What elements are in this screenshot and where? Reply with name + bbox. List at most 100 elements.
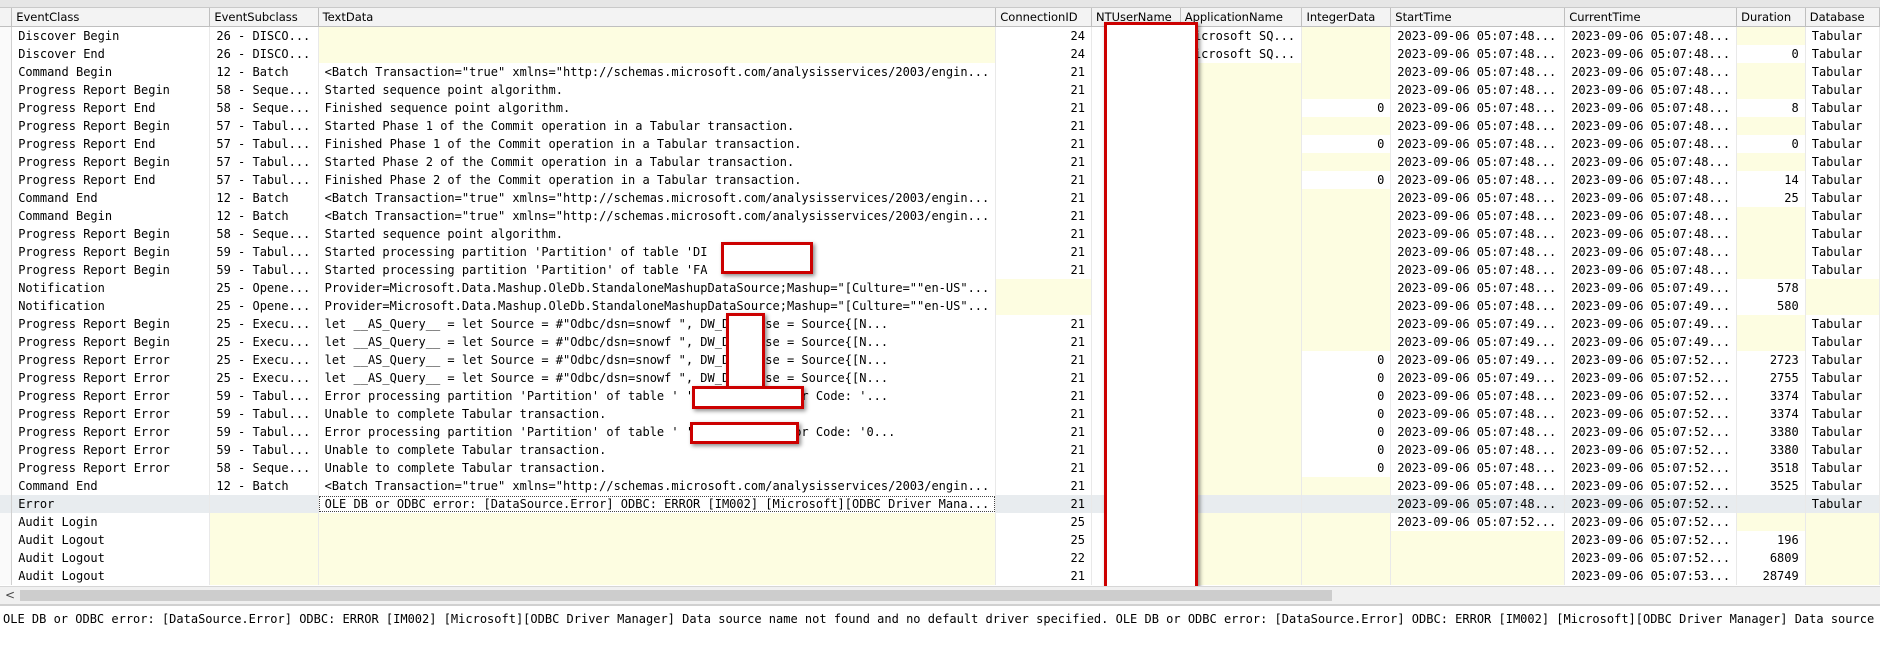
table-row[interactable]: Notification 25 - Opene... Provider=Micros… [0,279,1880,297]
table-row[interactable]: Discover End 26 - DISCO... 24 Microsoft SQ.… [0,45,1880,63]
column-header-textdata[interactable]: TextData [318,8,997,27]
column-header-currenttime[interactable]: CurrentTime [1564,8,1738,27]
cell-eventsubclass: 59 - Tabul... [209,405,319,423]
row-gutter[interactable] [0,171,13,189]
table-row[interactable]: Audit Logout 21 2023-09-06 05:07:53... 2874… [0,567,1880,585]
cell-connectionid: 21 [995,207,1092,225]
header-row: EventClass EventSubclass TextData Connec… [0,8,1880,27]
cell-database: Tabular [1805,477,1880,495]
cell-eventsubclass [209,531,319,549]
row-gutter[interactable] [0,153,13,171]
trace-grid[interactable]: EventClass EventSubclass TextData Connec… [0,8,1880,586]
cell-textdata: Started processing partition 'Partition'… [318,261,997,279]
cell-integerdata: 0 [1301,405,1392,423]
column-header-eventclass[interactable]: EventClass [11,8,211,27]
cell-currenttime: 2023-09-06 05:07:49... [1564,315,1738,333]
column-header-applicationname[interactable]: ApplicationName [1180,8,1303,27]
row-gutter[interactable] [0,459,13,477]
table-row[interactable]: Notification 25 - Opene... Provider=Micros… [0,297,1880,315]
row-gutter[interactable] [0,63,13,81]
cell-database: Tabular [1805,81,1880,99]
cell-eventclass: Audit Logout [11,549,211,567]
table-row[interactable]: Command End 12 - Batch <Batch Transaction=… [0,189,1880,207]
column-header-database[interactable]: Database [1805,8,1880,27]
row-gutter[interactable] [0,351,13,369]
cell-currenttime: 2023-09-06 05:07:52... [1564,549,1738,567]
row-gutter[interactable] [0,26,13,45]
table-row[interactable]: Progress Report Begin 57 - Tabul... Starte… [0,153,1880,171]
table-row[interactable]: Command Begin 12 - Batch <Batch Transactio… [0,63,1880,81]
column-header-integerdata[interactable]: IntegerData [1301,8,1392,27]
column-header-duration[interactable]: Duration [1736,8,1806,27]
row-gutter[interactable] [0,189,13,207]
row-gutter[interactable] [0,261,13,279]
row-gutter[interactable] [0,423,13,441]
cell-integerdata: 0 [1301,441,1392,459]
table-row[interactable]: Audit Logout 22 2023-09-06 05:07:52... 6809 [0,549,1880,567]
horizontal-scrollbar[interactable]: < [0,586,1880,604]
column-header-eventsubclass[interactable]: EventSubclass [209,8,319,27]
cell-eventclass: Progress Report Error [11,387,211,405]
scroll-left-arrow-icon[interactable]: < [5,588,15,602]
row-gutter[interactable] [0,477,13,495]
row-gutter[interactable] [0,243,13,261]
row-gutter[interactable] [0,567,13,585]
cell-applicationname: Microsoft SQ... [1180,26,1303,45]
row-gutter[interactable] [0,405,13,423]
row-gutter[interactable] [0,531,13,549]
table-row[interactable]: Audit Login 25 2023-09-06 05:07:52... 2023-… [0,513,1880,531]
row-gutter[interactable] [0,45,13,63]
column-header-starttime[interactable]: StartTime [1390,8,1566,27]
table-row[interactable]: Discover Begin 26 - DISCO... 24 Microsoft S… [0,26,1880,45]
event-detail-pane[interactable]: OLE DB or ODBC error: [DataSource.Error]… [0,604,1880,650]
row-gutter[interactable] [0,81,13,99]
cell-eventclass: Progress Report Error [11,369,211,387]
row-gutter[interactable] [0,99,13,117]
row-gutter[interactable] [0,513,13,531]
row-gutter[interactable] [0,333,13,351]
table-row[interactable]: Progress Report Error 59 - Tabul... Unable… [0,441,1880,459]
table-row[interactable]: Progress Report Begin 25 - Execu... let __… [0,315,1880,333]
table-row[interactable]: Error OLE DB or ODBC error: [DataSource.E… [0,495,1880,513]
row-gutter[interactable] [0,297,13,315]
cell-eventsubclass: 26 - DISCO... [209,45,319,63]
table-row[interactable]: Progress Report End 57 - Tabul... Finished… [0,171,1880,189]
table-row[interactable]: Progress Report Error 58 - Seque... Unable… [0,459,1880,477]
redaction-box-table-name [721,242,813,274]
row-gutter[interactable] [0,117,13,135]
table-row[interactable]: Progress Report Error 25 - Execu... let __… [0,351,1880,369]
row-gutter[interactable] [0,135,13,153]
row-gutter[interactable] [0,387,13,405]
table-row[interactable]: Command Begin 12 - Batch <Batch Transactio… [0,207,1880,225]
table-row[interactable]: Progress Report End 57 - Tabul... Finished… [0,135,1880,153]
table-row[interactable]: Progress Report Begin 58 - Seque... Starte… [0,81,1880,99]
row-gutter[interactable] [0,549,13,567]
row-gutter[interactable] [0,225,13,243]
row-gutter[interactable] [0,369,13,387]
scrollbar-thumb[interactable] [20,590,1332,601]
table-row[interactable]: Progress Report End 58 - Seque... Finished… [0,99,1880,117]
table-row[interactable]: Progress Report Begin 59 - Tabul... Starte… [0,261,1880,279]
table-row[interactable]: Progress Report Begin 59 - Tabul... Starte… [0,243,1880,261]
row-gutter[interactable] [0,441,13,459]
cell-textdata: Started Phase 2 of the Commit operation … [318,153,997,171]
row-gutter[interactable] [0,495,13,513]
cell-applicationname [1180,567,1303,585]
row-gutter[interactable] [0,207,13,225]
cell-integerdata: 0 [1301,459,1392,477]
table-row[interactable]: Progress Report Error 25 - Execu... let __… [0,369,1880,387]
table-row[interactable]: Progress Report Begin 25 - Execu... let __… [0,333,1880,351]
table-row[interactable]: Command End 12 - Batch <Batch Transaction=… [0,477,1880,495]
table-row[interactable]: Progress Report Begin 57 - Tabul... Starte… [0,117,1880,135]
table-row[interactable]: Progress Report Error 59 - Tabul... Error … [0,423,1880,441]
column-header-connectionid[interactable]: ConnectionID [995,8,1092,27]
cell-connectionid: 21 [995,81,1092,99]
table-row[interactable]: Progress Report Begin 58 - Seque... Starte… [0,225,1880,243]
row-gutter[interactable] [0,315,13,333]
table-row[interactable]: Progress Report Error 59 - Tabul... Unable… [0,405,1880,423]
table-row[interactable]: Audit Logout 25 2023-09-06 05:07:52... 196 [0,531,1880,549]
cell-starttime: 2023-09-06 05:07:48... [1390,243,1566,261]
table-row[interactable]: Progress Report Error 59 - Tabul... Error … [0,387,1880,405]
row-gutter[interactable] [0,279,13,297]
trace-body: Discover Begin 26 - DISCO... 24 Microsoft S… [0,26,1880,585]
